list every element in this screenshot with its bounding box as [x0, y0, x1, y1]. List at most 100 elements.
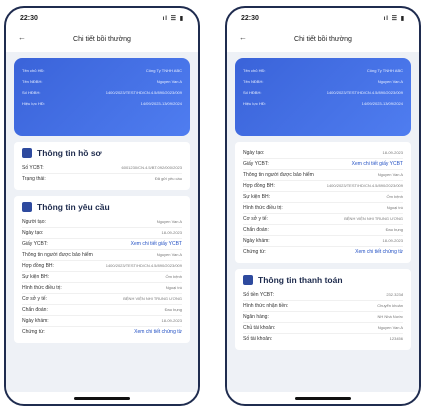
payment-icon	[243, 275, 253, 285]
row-label: Hình thức điều trị:	[22, 285, 62, 291]
hero-row: Hiệu lực HĐ: 14/09/2023-13/09/2024	[22, 101, 182, 106]
row-value: 18-09-2023	[161, 318, 182, 323]
info-row: Hình thức điều trị: Ngoại trú	[243, 203, 403, 214]
policy-summary-card: Tên chủ HĐ: Công Ty TNHH ABC Tên NĐBH: Ngu…	[14, 58, 190, 136]
info-row: Ngân hàng: NH Nhà Nước	[243, 312, 403, 323]
hero-label: Hiệu lực HĐ:	[22, 101, 45, 106]
row-label: Số tiền YCBT:	[243, 292, 275, 298]
row-label: Thông tin người được bảo hiểm	[22, 252, 93, 258]
row-value: 1400/2023/TEST/HD/CN.4.5/890/2023/009	[105, 263, 182, 268]
hero-value: Nguyen Van A	[377, 79, 403, 84]
info-row: Thông tin người được bảo hiểm Nguyen Van …	[22, 250, 182, 261]
info-row: Ngày khám: 18-09-2023	[243, 236, 403, 247]
page-title: Chi tiết bồi thường	[294, 35, 352, 43]
card-title: Thông tin hồ sơ	[22, 148, 182, 158]
info-row: Trạng thái: Đã gửi yêu cầu	[22, 174, 182, 184]
hero-label: Tên chủ HĐ:	[243, 68, 266, 73]
hero-label: Tên chủ HĐ:	[22, 68, 45, 73]
row-value: 18-09-2023	[382, 150, 403, 155]
row-value: 123456	[389, 336, 403, 341]
card-yeu-cau: Thông tin yêu cầu Người tạo: Nguyen Van A…	[14, 196, 190, 343]
hero-value: 14/09/2023-13/09/2024	[140, 101, 182, 106]
hero-label: Số HĐBH:	[22, 90, 41, 95]
screen-content[interactable]: Tên chủ HĐ: Công Ty TNHH ABC Tên NĐBH: Ngu…	[6, 52, 198, 392]
hero-row: Tên NĐBH: Nguyen Van A	[243, 79, 403, 84]
view-documents-link[interactable]: Xem chi tiết chứng từ	[355, 249, 403, 255]
card-ho-so: Thông tin hồ sơ Số YCBT: 6001230/CN.4.5/B…	[14, 142, 190, 190]
status-bar: 22:30 ıl ☰ ▮	[6, 8, 198, 28]
info-row: Giấy YCBT: Xem chi tiết giấy YCBT	[22, 239, 182, 250]
home-indicator	[295, 397, 351, 400]
hero-label: Tên NĐBH:	[22, 79, 43, 84]
row-label: Thông tin người được bảo hiểm	[243, 172, 314, 178]
screen-content[interactable]: Tên chủ HĐ: Công Ty TNHH ABC Tên NĐBH: Ngu…	[227, 52, 419, 392]
info-row: Cơ sở y tế: BỆNH VIỆN NHI TRUNG ƯƠNG	[243, 214, 403, 225]
row-label: Sự kiện BH:	[22, 274, 49, 280]
hero-value: 14/09/2023-13/09/2024	[361, 101, 403, 106]
info-row: Hình thức điều trị: Ngoại trú	[22, 283, 182, 294]
row-label: Cơ sở y tế:	[22, 296, 47, 302]
info-row: Hợp đồng BH: 1400/2023/TEST/HD/CN.4.5/890…	[243, 181, 403, 192]
card-title-text: Thông tin yêu cầu	[37, 202, 110, 212]
row-value: Đau bụng	[385, 227, 403, 232]
row-value: 18-09-2023	[161, 230, 182, 235]
row-value: Ốm bệnh	[165, 274, 182, 279]
row-value: Ốm bệnh	[386, 194, 403, 199]
row-label: Hợp đồng BH:	[22, 263, 54, 269]
row-value: NH Nhà Nước	[377, 314, 403, 319]
row-value: 6001230/CN.4.5/BT.092/000/2023	[121, 165, 183, 170]
card-yeu-cau-scrolled: Ngày tạo: 18-09-2023 Giấy YCBT: Xem chi ti…	[235, 142, 411, 263]
policy-summary-card: Tên chủ HĐ: Công Ty TNHH ABC Tên NĐBH: Ngu…	[235, 58, 411, 136]
card-thanh-toan: Thông tin thanh toán Số tiền YCBT: 232.32…	[235, 269, 411, 350]
view-documents-link[interactable]: Xem chi tiết chứng từ	[134, 329, 182, 335]
row-label: Hợp đồng BH:	[243, 183, 275, 189]
hero-label: Hiệu lực HĐ:	[243, 101, 266, 106]
row-label: Giấy YCBT:	[22, 241, 48, 247]
card-title-text: Thông tin thanh toán	[258, 275, 343, 285]
row-value: 232.323đ	[386, 292, 403, 297]
info-row: Số tiền YCBT: 232.323đ	[243, 290, 403, 301]
status-bar: 22:30 ıl ☰ ▮	[227, 8, 419, 28]
hero-row: Tên chủ HĐ: Công Ty TNHH ABC	[243, 68, 403, 73]
hero-row: Số HĐBH: 1400/2023/TEST/HD/CN.4.5/890/202…	[22, 90, 182, 95]
row-value: Nguyen Van A	[156, 252, 182, 257]
row-value: BỆNH VIỆN NHI TRUNG ƯƠNG	[123, 296, 182, 301]
hero-value: 1400/2023/TEST/HD/CN.4.5/890/2023/009	[105, 90, 182, 95]
row-value: Đau bụng	[164, 307, 182, 312]
row-label: Trạng thái:	[22, 176, 46, 182]
row-label: Giấy YCBT:	[243, 161, 269, 167]
card-title-text: Thông tin hồ sơ	[37, 148, 102, 158]
view-ycbt-link[interactable]: Xem chi tiết giấy YCBT	[131, 241, 182, 247]
info-row: Ngày tạo: 18-09-2023	[243, 148, 403, 159]
hero-value: Công Ty TNHH ABC	[145, 68, 182, 73]
row-label: Sự kiện BH:	[243, 194, 270, 200]
row-label: Hình thức điều trị:	[243, 205, 283, 211]
row-value: Ngoại trú	[386, 205, 403, 210]
row-label: Chứng từ:	[243, 249, 266, 255]
row-value: 18-09-2023	[382, 238, 403, 243]
info-row: Số YCBT: 6001230/CN.4.5/BT.092/000/2023	[22, 163, 182, 174]
info-row: Ngày tạo: 18-09-2023	[22, 228, 182, 239]
status-icons: ıl ☰ ▮	[383, 15, 405, 22]
row-label: Ngày khám:	[22, 318, 49, 324]
row-value: Nguyen Van A	[377, 325, 403, 330]
row-value: Đã gửi yêu cầu	[154, 176, 182, 181]
home-indicator	[74, 397, 130, 400]
hero-value: Công Ty TNHH ABC	[366, 68, 403, 73]
row-label: Cơ sở y tế:	[243, 216, 268, 222]
info-row: Chứng từ: Xem chi tiết chứng từ	[22, 327, 182, 337]
hero-row: Số HĐBH: 1400/2023/TEST/HD/CN.4.5/890/202…	[243, 90, 403, 95]
back-arrow-icon[interactable]: ←	[18, 33, 26, 42]
info-row: Chẩn đoán: Đau bụng	[243, 225, 403, 236]
back-arrow-icon[interactable]: ←	[239, 33, 247, 42]
app-bar: ← Chi tiết bồi thường	[227, 28, 419, 50]
page-title: Chi tiết bồi thường	[73, 35, 131, 43]
hero-row: Tên NĐBH: Nguyen Van A	[22, 79, 182, 84]
app-bar: ← Chi tiết bồi thường	[6, 28, 198, 50]
hero-label: Tên NĐBH:	[243, 79, 264, 84]
document-icon	[22, 148, 32, 158]
row-label: Chủ tài khoản:	[243, 325, 276, 331]
row-label: Ngày tạo:	[243, 150, 265, 156]
hero-row: Hiệu lực HĐ: 14/09/2023-13/09/2024	[243, 101, 403, 106]
view-ycbt-link[interactable]: Xem chi tiết giấy YCBT	[352, 161, 403, 167]
